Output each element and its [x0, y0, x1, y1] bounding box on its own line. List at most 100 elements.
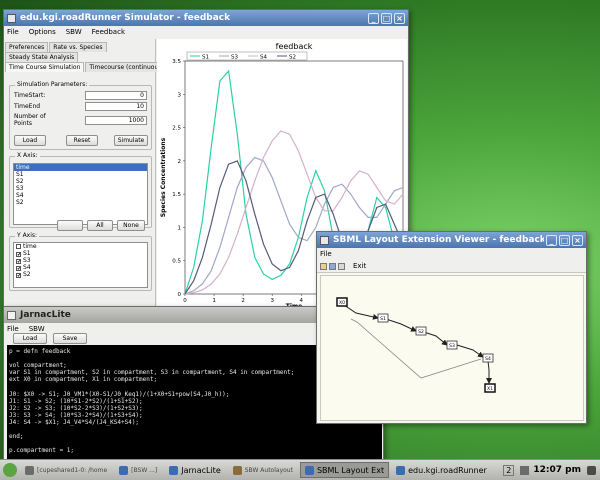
open-icon[interactable]	[320, 262, 327, 270]
task-sbw-autolayout[interactable]: SBW Autolayout	[228, 462, 298, 478]
list-item[interactable]: time	[14, 243, 147, 250]
close-icon[interactable]: ×	[394, 12, 405, 24]
list-item[interactable]: ✔ S2	[14, 271, 147, 279]
blank-button[interactable]	[57, 220, 83, 231]
window-title: edu.kgi.roadRunner Simulator - feedback	[20, 13, 231, 23]
checkbox[interactable]: ✔	[16, 273, 21, 279]
minimize-icon[interactable]: _	[368, 12, 379, 24]
minimize-icon[interactable]: _	[546, 234, 557, 246]
maximize-icon[interactable]: □	[559, 234, 570, 246]
task-icon	[232, 465, 242, 475]
x-axis-list[interactable]: time S1 S2 S3 S4 S2	[13, 163, 148, 225]
x-tick-label: 3	[270, 298, 274, 304]
legend-label: S2	[289, 54, 296, 60]
y-tick-label: 3.5	[172, 59, 181, 65]
species-node-s4[interactable]: S4	[482, 353, 494, 363]
menu-file[interactable]: File	[7, 28, 19, 36]
layout-viewer-window[interactable]: SBML Layout Extension Viewer - feedback.…	[316, 231, 587, 424]
group-label: X Axis:	[15, 152, 40, 159]
y-axis-list[interactable]: time ✔ S1 ✔ S3 ✔ S4 ✔ S2	[13, 242, 148, 288]
viewer-menubar: File	[317, 248, 586, 260]
simulator-titlebar[interactable]: edu.kgi.roadRunner Simulator - feedback …	[4, 10, 408, 26]
svg-text:S3: S3	[449, 343, 455, 349]
app-icon	[320, 235, 329, 245]
menu-sbw[interactable]: SBW	[66, 28, 82, 36]
list-item[interactable]: S2	[14, 199, 147, 206]
viewer-titlebar[interactable]: SBML Layout Extension Viewer - feedback.…	[317, 232, 586, 248]
system-tray: 2 12:07 pm	[503, 464, 600, 476]
time-end-label: TimeEnd	[14, 103, 41, 110]
window-title: SBML Layout Extension Viewer - feedback.…	[333, 235, 544, 245]
simulator-menubar: File Options SBW Feedback	[4, 26, 408, 38]
clock[interactable]: 12:07 pm	[533, 465, 581, 475]
time-end-field[interactable]: 10	[85, 102, 147, 111]
none-button[interactable]: None	[117, 220, 145, 231]
svg-text:S1: S1	[380, 316, 386, 322]
svg-text:X0: X0	[339, 300, 345, 306]
simulation-panel: Preferences Rate vs. Species Steady Stat…	[5, 39, 168, 308]
species-node-s2[interactable]: S2	[415, 326, 427, 336]
reset-button[interactable]: Reset	[66, 135, 98, 146]
menu-options[interactable]: Options	[29, 28, 56, 36]
save-icon[interactable]	[329, 262, 336, 270]
task-icon	[119, 465, 129, 475]
tab-rate-vs-species[interactable]: Rate vs. Species	[49, 42, 107, 52]
species-node-x1[interactable]: X1	[484, 383, 496, 393]
task-sbml-layout[interactable]: SBML Layout Ext	[299, 462, 390, 478]
menu-sbw[interactable]: SBW	[29, 325, 45, 333]
reaction-edge	[486, 360, 492, 384]
app-icon	[7, 13, 16, 23]
list-item[interactable]: ✔ S1	[14, 250, 147, 258]
maximize-icon[interactable]: □	[381, 12, 392, 24]
all-button[interactable]: All	[87, 220, 113, 231]
time-start-field[interactable]: 0	[85, 91, 147, 100]
viewer-toolbar: Exit	[317, 260, 586, 273]
menu-feedback[interactable]: Feedback	[92, 28, 125, 36]
simulate-button[interactable]: Simulate	[114, 135, 148, 146]
task-bsw[interactable]: [BSW ...]	[114, 462, 162, 478]
print-icon[interactable]	[338, 262, 345, 270]
volume-icon[interactable]	[587, 465, 596, 475]
tab-steady-state[interactable]: Steady State Analysis	[5, 52, 79, 62]
group-label: Simulation Parameters:	[15, 81, 90, 88]
network-icon[interactable]	[520, 465, 530, 475]
list-item[interactable]: S1	[14, 171, 147, 178]
species-node-s1[interactable]: S1	[377, 313, 389, 323]
save-button[interactable]: Save	[53, 333, 87, 344]
start-menu-icon[interactable]	[3, 463, 17, 477]
task-roadrunner[interactable]: edu.kgi.roadRunner	[391, 462, 492, 478]
task-icon	[25, 465, 34, 475]
list-item[interactable]: S3	[14, 185, 147, 192]
y-tick-label: 2.5	[172, 126, 181, 132]
group-label: Y Axis:	[15, 232, 40, 239]
svg-text:S4: S4	[485, 356, 491, 362]
exit-button[interactable]: Exit	[353, 262, 366, 270]
tab-preferences[interactable]: Preferences	[5, 42, 49, 52]
points-field[interactable]: 1000	[85, 116, 147, 125]
list-item[interactable]: S4	[14, 192, 147, 199]
menu-file[interactable]: File	[7, 325, 19, 333]
checkbox[interactable]	[16, 244, 21, 249]
list-item[interactable]: ✔ S4	[14, 264, 147, 272]
load-button[interactable]: Load	[14, 135, 46, 146]
time-start-label: TimeStart:	[14, 92, 46, 99]
svg-text:S2: S2	[418, 329, 424, 335]
x-tick-label: 1	[212, 298, 216, 304]
close-icon[interactable]: ×	[572, 234, 583, 246]
list-item[interactable]: ✔ S3	[14, 257, 147, 265]
species-node-s3[interactable]: S3	[446, 340, 458, 350]
species-node-x0[interactable]: X0	[336, 297, 348, 307]
taskbar: [cupeshared1-0: /home [BSW ...] JarnacLi…	[0, 459, 600, 480]
list-item[interactable]: time	[14, 164, 147, 171]
task-jarnaclite[interactable]: JarnacLite	[164, 462, 226, 478]
tab-timecourse-continuous[interactable]: Timecourse (continuous)	[85, 62, 168, 72]
workspace-indicator[interactable]: 2	[503, 464, 515, 476]
list-item[interactable]: S2	[14, 178, 147, 185]
menu-file[interactable]: File	[320, 250, 332, 258]
task-terminal[interactable]: [cupeshared1-0: /home	[20, 462, 112, 478]
load-button[interactable]: Load	[13, 333, 47, 344]
tab-time-course[interactable]: Time Course Simulation	[5, 62, 85, 72]
layout-canvas[interactable]: X0 S1 S2 S3 S4 X1	[320, 275, 584, 421]
legend-label: S1	[202, 54, 209, 60]
